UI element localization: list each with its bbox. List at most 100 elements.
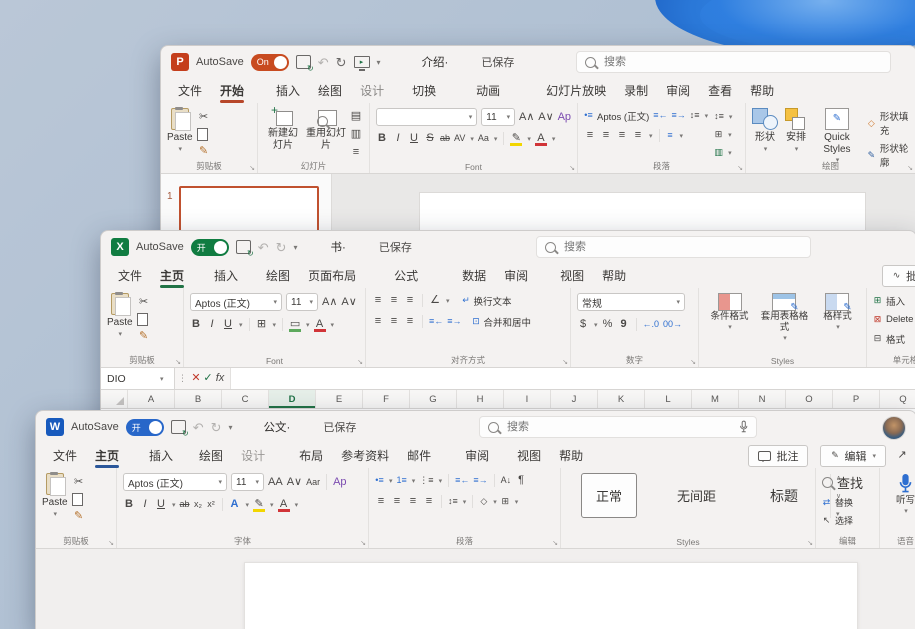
tab-layout[interactable]: 布局 (290, 445, 332, 466)
bold-icon[interactable]: B (376, 131, 388, 146)
alignment-dialog-launcher[interactable]: ↘ (562, 358, 568, 366)
percent-style-icon[interactable]: % (602, 317, 614, 332)
tab-slideshow[interactable]: 幻灯片放映 (537, 80, 615, 101)
align-top-icon[interactable]: ≡ (372, 293, 384, 308)
font-name-combo[interactable]: ▾ (376, 108, 477, 126)
justify-icon[interactable]: ≡ (632, 128, 644, 143)
find-button[interactable]: 查找 (822, 473, 873, 492)
bullets-icon[interactable]: •≡ (375, 473, 384, 488)
document-title[interactable]: 公文· (264, 419, 291, 435)
column-header[interactable]: K (598, 390, 645, 408)
tab-home[interactable]: 主页 (86, 445, 128, 466)
comma-style-icon[interactable]: 9 (618, 317, 630, 332)
clear-formatting-icon[interactable]: Ap (558, 110, 571, 125)
undo-icon[interactable]: ↶ (258, 241, 269, 254)
paste-button[interactable]: Paste▾ (107, 293, 133, 339)
subscript-icon[interactable]: x₂ (194, 497, 203, 512)
formula-input[interactable] (230, 368, 915, 389)
align-right-icon[interactable]: ≡ (407, 494, 419, 509)
align-right-icon[interactable]: ≡ (616, 128, 628, 143)
column-header[interactable]: A (128, 390, 175, 408)
shape-fill-button[interactable]: ◇形状填充 (867, 109, 909, 137)
multilevel-list-icon[interactable]: ⋮≡ (419, 473, 433, 488)
tab-design[interactable]: 设计 (232, 445, 274, 466)
style-heading[interactable]: 标题 (756, 474, 812, 518)
show-marks-icon[interactable]: ¶ (515, 473, 527, 488)
font-size-combo[interactable]: 11▾ (481, 108, 515, 126)
delete-cells-button[interactable]: ⊠Delete (873, 312, 915, 327)
columns-icon[interactable]: ≡ (666, 128, 675, 143)
user-avatar[interactable] (882, 416, 906, 440)
tab-review[interactable]: 审阅 (657, 80, 699, 101)
tab-file[interactable]: 文件 (169, 80, 211, 101)
column-header[interactable]: O (786, 390, 833, 408)
numbering-icon[interactable]: 1≡ (397, 473, 407, 488)
column-header[interactable]: L (645, 390, 692, 408)
tab-data[interactable]: 数据 (453, 265, 495, 286)
bold-icon[interactable]: B (190, 317, 202, 332)
font-color-icon[interactable]: A (535, 131, 547, 146)
paste-button[interactable]: Paste▾ (42, 473, 68, 519)
strike-ab-icon[interactable]: ab (440, 131, 450, 146)
search-input[interactable] (505, 420, 733, 434)
tab-draw[interactable]: 绘图 (190, 445, 232, 466)
indent-increase-icon[interactable]: ≡→ (473, 473, 487, 488)
tab-review[interactable]: 审阅 (495, 265, 537, 286)
change-case-icon[interactable]: Aa (478, 131, 489, 146)
select-button[interactable]: ↖选择 (822, 513, 873, 528)
copy-icon[interactable] (137, 313, 148, 326)
line-spacing-icon[interactable]: ↕≡ (448, 494, 458, 509)
reset-slide-icon[interactable]: ▥ (350, 127, 362, 142)
font-dialog-launcher[interactable]: ↘ (569, 164, 575, 172)
shapes-button[interactable]: 形状▾ (752, 108, 778, 154)
borders-icon[interactable]: ⊞ (501, 494, 510, 509)
replace-button[interactable]: ⇄替换 (822, 495, 873, 510)
fill-color-icon[interactable]: ▭ (289, 317, 301, 332)
font-name-combo[interactable]: Aptos (正文)▾ (190, 293, 282, 311)
paragraph-dialog-launcher[interactable]: ↘ (737, 164, 743, 172)
tab-file[interactable]: 文件 (44, 445, 86, 466)
style-normal[interactable]: 正常 (581, 473, 637, 518)
clear-formatting-icon[interactable]: Ap (333, 475, 346, 490)
indent-increase-icon[interactable]: ≡→ (447, 314, 461, 329)
qat-customize-icon[interactable]: ▾ (377, 58, 381, 67)
copy-icon[interactable] (72, 493, 83, 506)
bold-icon[interactable]: B (123, 497, 135, 512)
start-slideshow-icon[interactable]: ▸ (354, 56, 370, 68)
tab-file[interactable]: 文件 (109, 265, 151, 286)
sort-icon[interactable]: A↓ (501, 473, 512, 488)
tab-view[interactable]: 视图 (551, 265, 593, 286)
comments-button[interactable]: 批注 (748, 445, 808, 467)
shrink-font-icon[interactable]: A∨ (341, 295, 356, 310)
enter-icon[interactable]: ✓ (202, 371, 214, 386)
save-icon[interactable] (171, 420, 186, 434)
column-header[interactable]: H (457, 390, 504, 408)
redo-icon[interactable]: ↻ (336, 56, 347, 69)
tab-help[interactable]: 帮助 (550, 445, 592, 466)
quick-styles-button[interactable]: ✎Quick Styles▾ (814, 108, 860, 165)
new-slide-button[interactable]: +新建幻灯片 (264, 108, 302, 151)
saved-status[interactable]: 已保存 (481, 54, 514, 70)
increase-decimal-icon[interactable]: ←.0 (643, 317, 660, 332)
line-spacing-icon[interactable]: ↕≡ (690, 108, 700, 123)
style-no-spacing[interactable]: 无间距 (663, 474, 730, 517)
qat-customize-icon[interactable]: ▾ (294, 243, 298, 252)
section-icon[interactable]: ≡ (350, 145, 362, 160)
tab-insert[interactable]: 插入 (140, 445, 182, 466)
align-right-icon[interactable]: ≡ (404, 314, 416, 329)
tab-formulas[interactable]: 公式 (385, 265, 427, 286)
grow-font-icon[interactable]: A∧ (322, 295, 337, 310)
column-header[interactable]: C (222, 390, 269, 408)
redo-icon[interactable]: ↻ (276, 241, 287, 254)
cancel-icon[interactable]: ✕ (190, 371, 202, 386)
arrange-button[interactable]: 安排▾ (785, 108, 807, 154)
format-cells-button[interactable]: ⊟格式 (873, 331, 915, 346)
italic-icon[interactable]: I (206, 317, 218, 332)
redo-icon[interactable]: ↻ (211, 421, 222, 434)
tab-view[interactable]: 查看 (699, 80, 741, 101)
autosave-toggle[interactable]: 开 (191, 239, 229, 256)
tab-references[interactable]: 参考资料 (332, 445, 398, 466)
mic-icon[interactable] (739, 419, 748, 435)
saved-status[interactable]: 已保存 (323, 419, 356, 435)
font-name-combo[interactable]: Aptos (正文)▾ (123, 473, 227, 491)
